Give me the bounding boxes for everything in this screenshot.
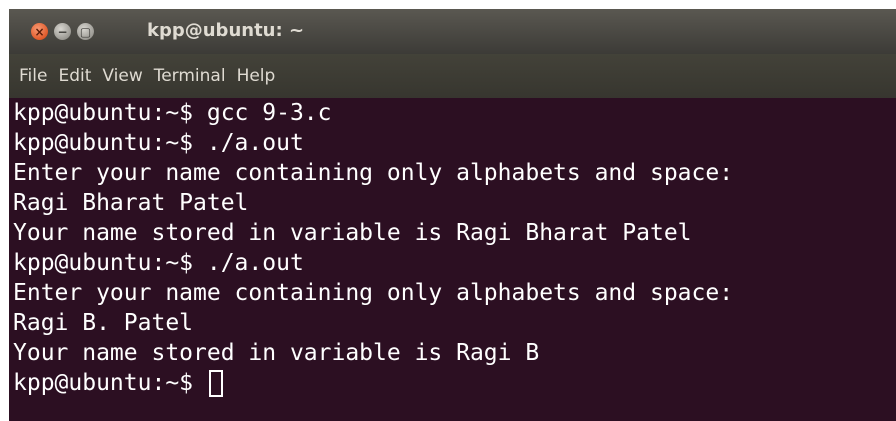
- menu-item-file[interactable]: File: [19, 66, 47, 86]
- close-icon: ×: [34, 24, 45, 39]
- terminal-window: × − ▢ kpp@ubuntu: ~ File Edit View Termi…: [9, 9, 896, 421]
- terminal-line: Your name stored in variable is Ragi B: [13, 340, 540, 366]
- minimize-icon: −: [57, 24, 68, 39]
- minimize-window-button[interactable]: −: [54, 23, 71, 40]
- menu-bar: File Edit View Terminal Help: [9, 54, 896, 98]
- title-bar[interactable]: × − ▢ kpp@ubuntu: ~: [9, 9, 896, 54]
- menu-item-terminal[interactable]: Terminal: [154, 66, 226, 86]
- terminal-line: Your name stored in variable is Ragi Bha…: [13, 220, 692, 246]
- menu-item-view[interactable]: View: [102, 66, 142, 86]
- window-title: kpp@ubuntu: ~: [147, 20, 305, 41]
- text-cursor: [208, 370, 223, 397]
- maximize-window-button[interactable]: ▢: [77, 23, 94, 40]
- terminal-prompt: kpp@ubuntu:~$: [13, 370, 207, 396]
- terminal-line: kpp@ubuntu:~$ ./a.out: [13, 130, 304, 156]
- maximize-icon: ▢: [79, 24, 92, 39]
- close-window-button[interactable]: ×: [31, 23, 48, 40]
- terminal-prompt-line[interactable]: kpp@ubuntu:~$: [13, 368, 896, 398]
- terminal-line: Enter your name containing only alphabet…: [13, 280, 734, 306]
- terminal-line: kpp@ubuntu:~$ gcc 9-3.c: [13, 100, 332, 126]
- terminal-line: Ragi B. Patel: [13, 310, 194, 336]
- terminal-line: kpp@ubuntu:~$ ./a.out: [13, 250, 304, 276]
- terminal-output-area[interactable]: kpp@ubuntu:~$ gcc 9-3.c kpp@ubuntu:~$ ./…: [9, 98, 896, 421]
- terminal-line: Enter your name containing only alphabet…: [13, 160, 734, 186]
- terminal-line: Ragi Bharat Patel: [13, 190, 249, 216]
- menu-item-edit[interactable]: Edit: [58, 66, 91, 86]
- menu-item-help[interactable]: Help: [237, 66, 276, 86]
